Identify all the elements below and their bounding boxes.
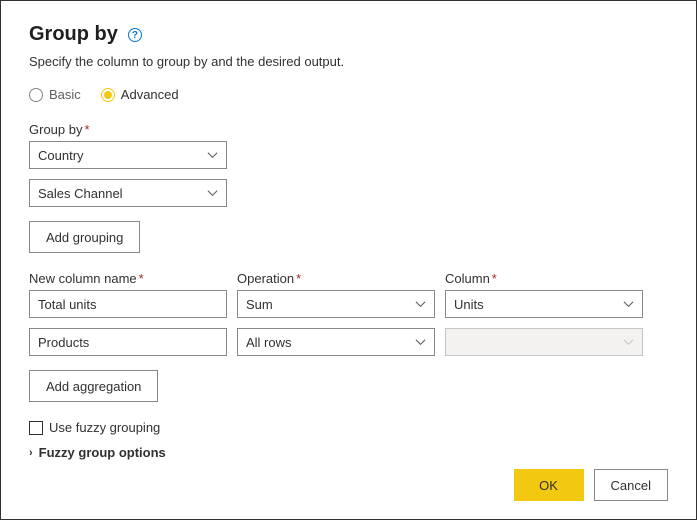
add-aggregation-button[interactable]: Add aggregation — [29, 370, 158, 402]
chevron-down-icon — [207, 188, 218, 199]
fuzzy-options-expander[interactable]: › Fuzzy group options — [29, 445, 668, 460]
aggregations-section: New column name* Total units Operation* … — [29, 271, 668, 402]
operation-select-1[interactable]: All rows — [237, 328, 435, 356]
group-by-select-1-value: Sales Channel — [38, 186, 123, 201]
fuzzy-checkbox[interactable] — [29, 421, 43, 435]
radio-basic-label: Basic — [49, 87, 81, 102]
new-column-input-0[interactable]: Total units — [29, 290, 227, 318]
chevron-down-icon — [623, 299, 634, 310]
chevron-down-icon — [207, 150, 218, 161]
dialog-footer: OK Cancel — [514, 469, 668, 501]
ok-button[interactable]: OK — [514, 469, 584, 501]
group-by-stack: Country Sales Channel — [29, 141, 668, 207]
fuzzy-options-label: Fuzzy group options — [39, 445, 166, 460]
radio-advanced[interactable]: Advanced — [101, 87, 179, 102]
operation-select-0[interactable]: Sum — [237, 290, 435, 318]
group-by-label: Group by* — [29, 122, 668, 137]
group-by-section: Group by* Country Sales Channel Add grou… — [29, 122, 668, 253]
operation-label: Operation* — [237, 271, 435, 286]
title-row: Group by ? — [29, 23, 668, 46]
help-icon[interactable]: ? — [128, 28, 142, 42]
radio-advanced-indicator — [101, 88, 115, 102]
fuzzy-checkbox-row[interactable]: Use fuzzy grouping — [29, 420, 668, 435]
chevron-right-icon: › — [29, 447, 33, 459]
dialog-title: Group by — [29, 23, 118, 46]
chevron-down-icon — [623, 337, 634, 348]
fuzzy-checkbox-label: Use fuzzy grouping — [49, 420, 160, 435]
add-grouping-button[interactable]: Add grouping — [29, 221, 140, 253]
cancel-button[interactable]: Cancel — [594, 469, 668, 501]
group-by-select-0[interactable]: Country — [29, 141, 227, 169]
radio-basic[interactable]: Basic — [29, 87, 81, 102]
group-by-select-0-value: Country — [38, 148, 84, 163]
aggregation-headers: New column name* Total units Operation* … — [29, 271, 668, 318]
dialog-subtitle: Specify the column to group by and the d… — [29, 54, 668, 69]
column-label: Column* — [445, 271, 643, 286]
new-column-label: New column name* — [29, 271, 227, 286]
radio-advanced-label: Advanced — [121, 87, 179, 102]
column-select-1 — [445, 328, 643, 356]
aggregation-row-1: Products All rows — [29, 328, 668, 356]
required-marker: * — [84, 122, 89, 137]
radio-basic-indicator — [29, 88, 43, 102]
column-select-0[interactable]: Units — [445, 290, 643, 318]
group-by-dialog: Group by ? Specify the column to group b… — [0, 0, 697, 520]
chevron-down-icon — [415, 299, 426, 310]
mode-radio-group: Basic Advanced — [29, 87, 668, 102]
chevron-down-icon — [415, 337, 426, 348]
new-column-input-1[interactable]: Products — [29, 328, 227, 356]
group-by-select-1[interactable]: Sales Channel — [29, 179, 227, 207]
